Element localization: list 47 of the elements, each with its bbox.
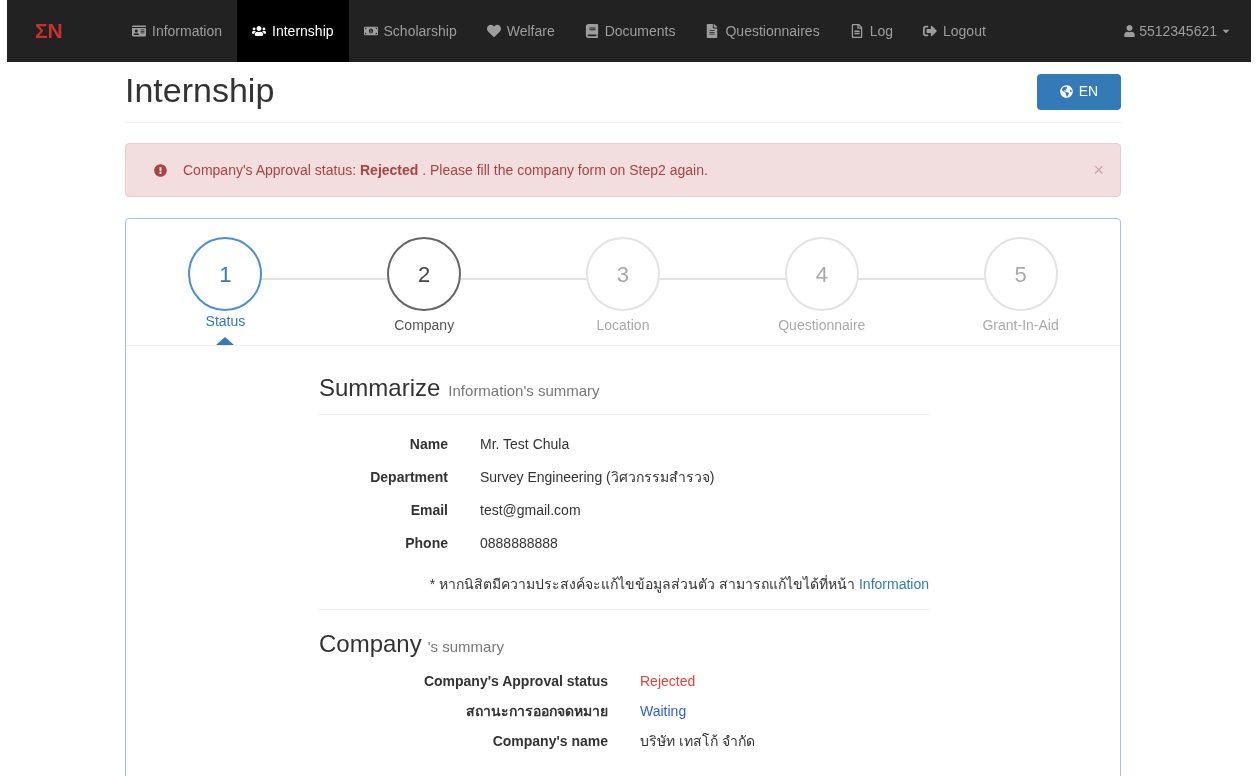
nav-link[interactable]: Documents [569, 0, 691, 62]
nav-link[interactable]: Internship [237, 0, 349, 62]
nav-link[interactable]: Logout [908, 0, 1001, 62]
user-icon [1124, 25, 1136, 37]
alert-icon [154, 163, 167, 177]
field-label: Phone [404, 534, 448, 553]
field-label: Name [408, 435, 448, 454]
language-button[interactable]: EN [1037, 73, 1121, 110]
field-value: Survey Engineering (วิศวกรรมสำรวจ) [480, 468, 715, 487]
field-value: test@gmail.com [480, 501, 581, 520]
heart-icon [486, 24, 501, 38]
field-label: Department [369, 468, 448, 487]
field-value: Mr. Test Chula [480, 435, 570, 454]
page-title: Internship [125, 70, 275, 110]
section-subheading: Information's summary [448, 381, 600, 401]
section-heading: Company [319, 629, 422, 659]
field-value: 0888888888 [480, 534, 558, 553]
field-label: Company's Approval status [422, 672, 608, 691]
edit-note: * หากนิสิตมีความประสงค์จะแก้ไขข้อมูลส่วนตัว สามารถแก้ไขได้ที่หน้า Information [319, 574, 929, 610]
user-menu[interactable]: 5512345621 [1124, 20, 1251, 42]
active-step-pointer [216, 337, 235, 345]
field-label: Email [409, 501, 448, 520]
book-icon [584, 24, 599, 38]
step-tab[interactable]: 2 Company [324, 219, 524, 345]
status-value: Rejected [640, 672, 696, 691]
nav-link[interactable]: Questionnaires [690, 0, 835, 62]
nav-link[interactable]: Scholarship [348, 0, 472, 62]
status-value: Waiting [640, 702, 687, 721]
section-subheading: 's summary [427, 637, 504, 657]
step-tab[interactable]: 1 Status [126, 219, 325, 345]
users-icon [252, 24, 267, 38]
status-value: บริษัท เทสโก้ จำกัด [640, 732, 755, 751]
id-card-icon [132, 24, 146, 38]
information-link[interactable]: Information [858, 576, 929, 592]
field-label: สถานะการออกจดหมาย [465, 702, 608, 721]
document-icon [705, 24, 720, 38]
document-outline-icon [849, 24, 864, 38]
banknote-icon [363, 24, 378, 38]
globe-icon [1059, 85, 1073, 98]
nav-link[interactable]: Information [117, 0, 238, 62]
alert-message: Company's Approval status: Rejected . Please fill the company form on Step2 again. [183, 160, 709, 180]
sign-out-icon [923, 24, 937, 38]
nav-link[interactable]: Log [834, 0, 908, 62]
section-heading: Summarize [319, 373, 441, 403]
field-label: Company's name [491, 732, 608, 751]
nav-link[interactable]: Welfare [471, 0, 570, 62]
brand-logo[interactable]: ΣN [7, 15, 117, 47]
